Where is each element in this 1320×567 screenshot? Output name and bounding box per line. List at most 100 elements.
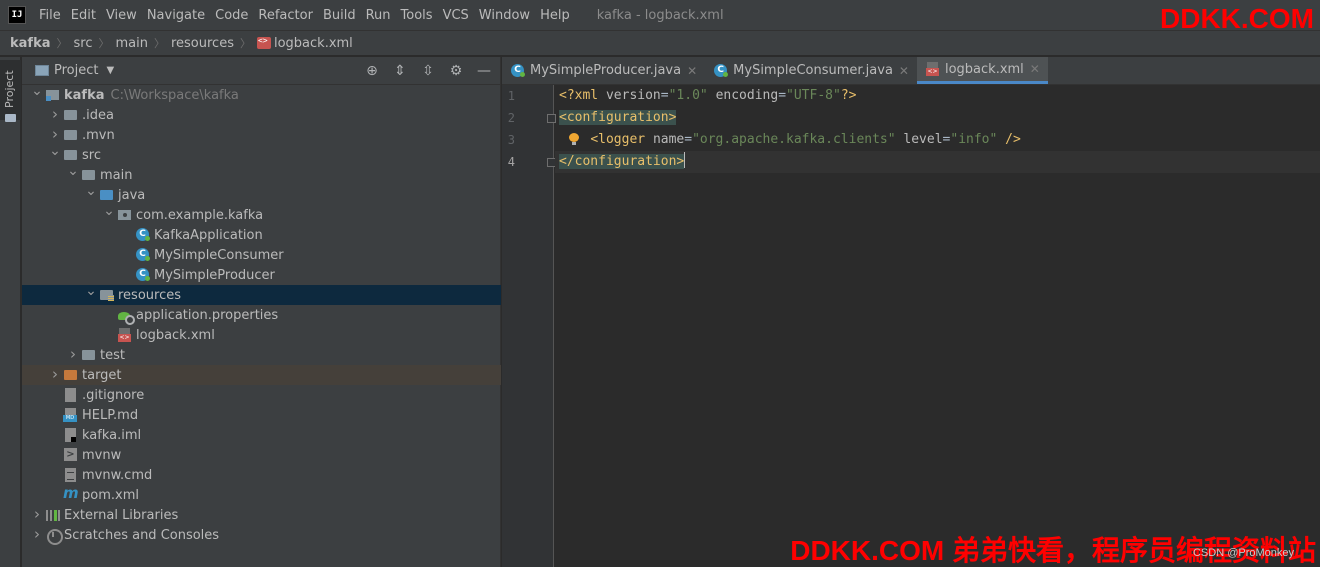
code-line[interactable]: <?xml version="1.0" encoding="UTF-8"?> [555, 85, 1320, 107]
tree-item-scratches-and-consoles[interactable]: Scratches and Consoles [22, 525, 501, 545]
close-icon[interactable]: ✕ [1030, 62, 1040, 76]
code-area[interactable]: <?xml version="1.0" encoding="UTF-8"?> <c… [555, 85, 1320, 567]
menu-edit[interactable]: Edit [66, 8, 101, 23]
tree-item-label: logback.xml [136, 327, 215, 343]
expand-all-icon[interactable]: ⇕ [392, 63, 408, 79]
breadcrumb-item-resources[interactable]: resources [171, 36, 234, 51]
tree-item-java[interactable]: java [22, 185, 501, 205]
menu-code[interactable]: Code [210, 8, 253, 23]
chevron-down-icon[interactable]: ▼ [106, 65, 114, 76]
tree-item-mvn[interactable]: .mvn [22, 125, 501, 145]
tree-item-label: mvnw [82, 447, 122, 463]
tree-item-kafka[interactable]: kafka C:\Workspace\kafka [22, 85, 501, 105]
menu-vcs[interactable]: VCS [438, 8, 474, 23]
tree-item-mysimpleconsumer[interactable]: MySimpleConsumer [22, 245, 501, 265]
chevron-right-icon[interactable] [65, 346, 81, 364]
breadcrumb-separator: 〉 [239, 37, 251, 50]
editor-tab-logback-xml[interactable]: logback.xml ✕ [916, 57, 1048, 84]
xml-file-icon [256, 36, 271, 49]
tree-item-mvnw[interactable]: mvnw [22, 445, 501, 465]
lightbulb-icon[interactable] [569, 133, 579, 145]
code-line[interactable]: <configuration> [555, 107, 1320, 129]
menu-view[interactable]: View [101, 8, 142, 23]
code-line[interactable]: <logger name="org.apache.kafka.clients" … [555, 129, 1320, 151]
tree-item-mvnw-cmd[interactable]: mvnw.cmd [22, 465, 501, 485]
folder-icon [81, 347, 97, 363]
code-token: <configuration> [559, 110, 677, 125]
close-icon[interactable]: ✕ [899, 64, 909, 78]
breadcrumb-item-src[interactable]: src [74, 36, 93, 51]
project-view-selector[interactable]: Project [54, 63, 98, 78]
tree-item-pom-xml[interactable]: pom.xml [22, 484, 501, 505]
breadcrumb-item-kafka[interactable]: kafka [10, 36, 51, 51]
tree-item-com-example-kafka[interactable]: com.example.kafka [22, 205, 501, 225]
editor-tab-mysimpleconsumer-java[interactable]: MySimpleConsumer.java ✕ [705, 57, 917, 84]
breadcrumb: kafka 〉 src 〉 main 〉 resources 〉 logback… [0, 30, 1320, 56]
chevron-down-icon[interactable] [65, 167, 81, 183]
tree-item-mysimpleproducer[interactable]: MySimpleProducer [22, 265, 501, 285]
minimize-icon[interactable]: — [476, 63, 492, 79]
chevron-down-icon[interactable] [29, 87, 45, 103]
tree-item-kafkaapplication[interactable]: KafkaApplication [22, 225, 501, 245]
tree-item-label: resources [118, 287, 182, 303]
panel-toolbar: ⊕ ⇕ ⇳ ⚙ — [364, 63, 492, 79]
editor-tab-mysimpleproducer-java[interactable]: MySimpleProducer.java ✕ [502, 57, 705, 84]
breadcrumb-item-logback[interactable]: logback.xml [274, 36, 353, 51]
line-number: 3 [507, 133, 515, 147]
tree-item-label: src [82, 147, 101, 163]
close-icon[interactable]: ✕ [687, 64, 697, 78]
folder-icon [5, 114, 16, 122]
project-tool-tab[interactable]: Project [0, 60, 21, 122]
tree-item-gitignore[interactable]: .gitignore [22, 385, 501, 405]
menu-items: File Edit View Navigate Code Refactor Build Run… [34, 8, 575, 23]
menu-refactor[interactable]: Refactor [253, 8, 318, 23]
breadcrumb-item-main[interactable]: main [115, 36, 147, 51]
tree-item-target[interactable]: target [22, 365, 501, 385]
folder-res-icon [99, 287, 115, 303]
tree-item-kafka-iml[interactable]: kafka.iml [22, 425, 501, 445]
chevron-right-icon[interactable] [29, 526, 45, 544]
watermark-csdn: CSDN @ProMonkey [1192, 547, 1294, 559]
tree-item-main[interactable]: main [22, 165, 501, 185]
menu-file[interactable]: File [34, 8, 66, 23]
scratch-icon [45, 527, 63, 545]
tree-item-external-libraries[interactable]: External Libraries [22, 505, 501, 525]
tree-item-label: MySimpleConsumer [154, 247, 284, 263]
chevron-down-icon[interactable] [83, 287, 99, 303]
locate-icon[interactable]: ⊕ [364, 63, 380, 79]
collapse-all-icon[interactable]: ⇳ [420, 63, 436, 79]
chevron-right-icon[interactable] [29, 506, 45, 524]
menu-window[interactable]: Window [474, 8, 535, 23]
code-token: "1.0" [668, 88, 708, 103]
chevron-down-icon[interactable] [47, 147, 63, 163]
tree-item-application-properties[interactable]: application.properties [22, 305, 501, 325]
tree-item-idea[interactable]: .idea [22, 105, 501, 125]
chevron-down-icon[interactable] [83, 187, 99, 203]
tree-item-test[interactable]: test [22, 345, 501, 365]
chevron-right-icon[interactable] [47, 106, 63, 124]
tree-item-logback-xml[interactable]: logback.xml [22, 325, 501, 345]
tree-item-src[interactable]: src [22, 145, 501, 165]
menu-tools[interactable]: Tools [396, 8, 438, 23]
editor-tab-label: MySimpleConsumer.java [733, 63, 893, 78]
folder-icon [63, 127, 79, 143]
code-token: = [684, 132, 693, 147]
editor-tab-label: logback.xml [944, 61, 1024, 77]
tree-item-help-md[interactable]: HELP.md [22, 405, 501, 425]
gear-icon[interactable]: ⚙ [448, 63, 464, 79]
line-number: 1 [507, 89, 515, 103]
code-token: </configuration> [559, 154, 685, 169]
chevron-right-icon[interactable] [47, 366, 63, 384]
tree-item-label: .gitignore [82, 387, 145, 403]
menu-help[interactable]: Help [535, 8, 575, 23]
menu-navigate[interactable]: Navigate [142, 8, 210, 23]
chevron-right-icon[interactable] [47, 126, 63, 144]
tree-item-resources[interactable]: resources [22, 285, 501, 305]
cmd-icon [63, 467, 79, 483]
code-line[interactable]: </configuration> [555, 151, 1320, 173]
menu-build[interactable]: Build [318, 8, 361, 23]
tree-item-label: KafkaApplication [154, 227, 263, 243]
menu-run[interactable]: Run [361, 8, 396, 23]
chevron-down-icon[interactable] [101, 207, 117, 223]
code-editor[interactable]: 1234 <?xml version="1.0" encoding="UTF-8… [502, 85, 1320, 567]
